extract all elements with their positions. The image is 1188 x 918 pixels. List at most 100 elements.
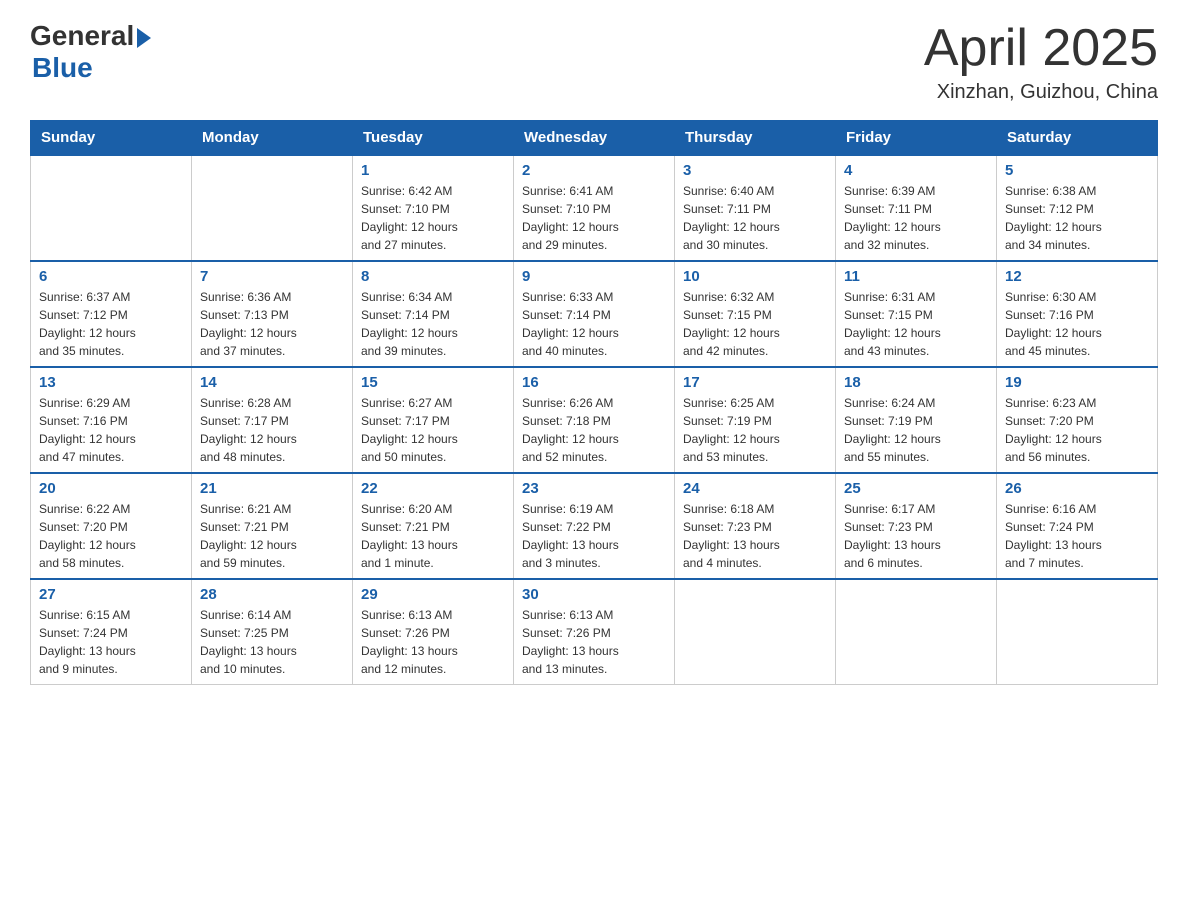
day-number: 8	[361, 268, 505, 285]
calendar-day-cell: 6 Sunrise: 6:37 AMSunset: 7:12 PMDaylight…	[31, 261, 192, 367]
day-info: Sunrise: 6:39 AMSunset: 7:11 PMDaylight:…	[844, 182, 988, 254]
calendar-day-cell: 13Sunrise: 6:29 AMSunset: 7:16 PMDayligh…	[31, 367, 192, 473]
calendar-day-cell	[836, 579, 997, 685]
calendar-day-header: Saturday	[997, 121, 1158, 156]
calendar-day-cell: 30Sunrise: 6:13 AMSunset: 7:26 PMDayligh…	[514, 579, 675, 685]
calendar-day-header: Sunday	[31, 121, 192, 156]
calendar-week-row: 6 Sunrise: 6:37 AMSunset: 7:12 PMDaylight…	[31, 261, 1158, 367]
calendar-day-cell: 22 Sunrise: 6:20 AMSunset: 7:21 PMDayligh…	[353, 473, 514, 579]
calendar-day-cell: 11 Sunrise: 6:31 AMSunset: 7:15 PMDayligh…	[836, 261, 997, 367]
calendar-day-cell: 7 Sunrise: 6:36 AMSunset: 7:13 PMDaylight…	[192, 261, 353, 367]
calendar-week-row: 13Sunrise: 6:29 AMSunset: 7:16 PMDayligh…	[31, 367, 1158, 473]
calendar-day-header: Friday	[836, 121, 997, 156]
calendar-day-cell: 17Sunrise: 6:25 AMSunset: 7:19 PMDayligh…	[675, 367, 836, 473]
calendar-week-row: 20 Sunrise: 6:22 AMSunset: 7:20 PMDayligh…	[31, 473, 1158, 579]
day-number: 5	[1005, 162, 1149, 179]
day-info: Sunrise: 6:19 AMSunset: 7:22 PMDaylight:…	[522, 500, 666, 572]
subtitle: Xinzhan, Guizhou, China	[924, 81, 1158, 104]
calendar-day-cell: 29 Sunrise: 6:13 AMSunset: 7:26 PMDayligh…	[353, 579, 514, 685]
day-number: 30	[522, 586, 666, 603]
logo-blue-text: Blue	[32, 52, 93, 84]
day-number: 19	[1005, 374, 1149, 391]
calendar-day-cell	[192, 155, 353, 261]
day-info: Sunrise: 6:36 AMSunset: 7:13 PMDaylight:…	[200, 288, 344, 360]
calendar-day-header: Tuesday	[353, 121, 514, 156]
day-number: 4	[844, 162, 988, 179]
calendar-day-cell: 19 Sunrise: 6:23 AMSunset: 7:20 PMDayligh…	[997, 367, 1158, 473]
day-info: Sunrise: 6:16 AMSunset: 7:24 PMDaylight:…	[1005, 500, 1149, 572]
logo-general-text: General	[30, 20, 134, 52]
calendar-day-cell	[675, 579, 836, 685]
day-number: 10	[683, 268, 827, 285]
calendar-day-cell: 5Sunrise: 6:38 AMSunset: 7:12 PMDaylight…	[997, 155, 1158, 261]
calendar-day-header: Monday	[192, 121, 353, 156]
day-number: 7	[200, 268, 344, 285]
day-info: Sunrise: 6:27 AMSunset: 7:17 PMDaylight:…	[361, 394, 505, 466]
calendar-day-cell: 15 Sunrise: 6:27 AMSunset: 7:17 PMDayligh…	[353, 367, 514, 473]
day-number: 28	[200, 586, 344, 603]
main-title: April 2025	[924, 20, 1158, 77]
day-info: Sunrise: 6:33 AMSunset: 7:14 PMDaylight:…	[522, 288, 666, 360]
day-number: 24	[683, 480, 827, 497]
day-number: 1	[361, 162, 505, 179]
day-number: 20	[39, 480, 183, 497]
calendar-header-row: SundayMondayTuesdayWednesdayThursdayFrid…	[31, 121, 1158, 156]
logo: General Blue	[30, 20, 151, 84]
calendar-day-cell: 8Sunrise: 6:34 AMSunset: 7:14 PMDaylight…	[353, 261, 514, 367]
page-header: General Blue April 2025 Xinzhan, Guizhou…	[30, 20, 1158, 104]
calendar-day-header: Thursday	[675, 121, 836, 156]
day-info: Sunrise: 6:31 AMSunset: 7:15 PMDaylight:…	[844, 288, 988, 360]
day-info: Sunrise: 6:32 AMSunset: 7:15 PMDaylight:…	[683, 288, 827, 360]
day-number: 16	[522, 374, 666, 391]
calendar-week-row: 27Sunrise: 6:15 AMSunset: 7:24 PMDayligh…	[31, 579, 1158, 685]
day-info: Sunrise: 6:28 AMSunset: 7:17 PMDaylight:…	[200, 394, 344, 466]
day-number: 12	[1005, 268, 1149, 285]
calendar-day-cell: 4 Sunrise: 6:39 AMSunset: 7:11 PMDaylight…	[836, 155, 997, 261]
day-info: Sunrise: 6:14 AMSunset: 7:25 PMDaylight:…	[200, 606, 344, 678]
day-number: 25	[844, 480, 988, 497]
day-info: Sunrise: 6:20 AMSunset: 7:21 PMDaylight:…	[361, 500, 505, 572]
day-info: Sunrise: 6:21 AMSunset: 7:21 PMDaylight:…	[200, 500, 344, 572]
day-number: 22	[361, 480, 505, 497]
calendar-day-cell: 28 Sunrise: 6:14 AMSunset: 7:25 PMDayligh…	[192, 579, 353, 685]
calendar-day-cell: 26 Sunrise: 6:16 AMSunset: 7:24 PMDayligh…	[997, 473, 1158, 579]
calendar-day-cell: 2Sunrise: 6:41 AMSunset: 7:10 PMDaylight…	[514, 155, 675, 261]
calendar-day-cell: 25 Sunrise: 6:17 AMSunset: 7:23 PMDayligh…	[836, 473, 997, 579]
day-info: Sunrise: 6:24 AMSunset: 7:19 PMDaylight:…	[844, 394, 988, 466]
day-number: 3	[683, 162, 827, 179]
calendar-day-cell: 9 Sunrise: 6:33 AMSunset: 7:14 PMDaylight…	[514, 261, 675, 367]
day-number: 11	[844, 268, 988, 285]
day-info: Sunrise: 6:22 AMSunset: 7:20 PMDaylight:…	[39, 500, 183, 572]
calendar-day-cell: 16 Sunrise: 6:26 AMSunset: 7:18 PMDayligh…	[514, 367, 675, 473]
day-number: 29	[361, 586, 505, 603]
calendar-day-cell: 20 Sunrise: 6:22 AMSunset: 7:20 PMDayligh…	[31, 473, 192, 579]
day-number: 14	[200, 374, 344, 391]
calendar-day-header: Wednesday	[514, 121, 675, 156]
day-number: 18	[844, 374, 988, 391]
day-info: Sunrise: 6:23 AMSunset: 7:20 PMDaylight:…	[1005, 394, 1149, 466]
day-info: Sunrise: 6:37 AMSunset: 7:12 PMDaylight:…	[39, 288, 183, 360]
day-info: Sunrise: 6:30 AMSunset: 7:16 PMDaylight:…	[1005, 288, 1149, 360]
calendar-day-cell: 1 Sunrise: 6:42 AMSunset: 7:10 PMDaylight…	[353, 155, 514, 261]
day-info: Sunrise: 6:26 AMSunset: 7:18 PMDaylight:…	[522, 394, 666, 466]
calendar-day-cell: 24Sunrise: 6:18 AMSunset: 7:23 PMDayligh…	[675, 473, 836, 579]
day-info: Sunrise: 6:17 AMSunset: 7:23 PMDaylight:…	[844, 500, 988, 572]
calendar-day-cell	[997, 579, 1158, 685]
day-info: Sunrise: 6:42 AMSunset: 7:10 PMDaylight:…	[361, 182, 505, 254]
calendar-day-cell: 12 Sunrise: 6:30 AMSunset: 7:16 PMDayligh…	[997, 261, 1158, 367]
day-number: 17	[683, 374, 827, 391]
day-number: 23	[522, 480, 666, 497]
day-number: 13	[39, 374, 183, 391]
calendar-day-cell: 14 Sunrise: 6:28 AMSunset: 7:17 PMDayligh…	[192, 367, 353, 473]
calendar-day-cell: 3 Sunrise: 6:40 AMSunset: 7:11 PMDaylight…	[675, 155, 836, 261]
day-info: Sunrise: 6:13 AMSunset: 7:26 PMDaylight:…	[361, 606, 505, 678]
day-number: 21	[200, 480, 344, 497]
calendar-week-row: 1 Sunrise: 6:42 AMSunset: 7:10 PMDaylight…	[31, 155, 1158, 261]
day-number: 9	[522, 268, 666, 285]
day-number: 6	[39, 268, 183, 285]
day-number: 15	[361, 374, 505, 391]
day-info: Sunrise: 6:40 AMSunset: 7:11 PMDaylight:…	[683, 182, 827, 254]
day-info: Sunrise: 6:15 AMSunset: 7:24 PMDaylight:…	[39, 606, 183, 678]
day-number: 26	[1005, 480, 1149, 497]
title-section: April 2025 Xinzhan, Guizhou, China	[924, 20, 1158, 104]
